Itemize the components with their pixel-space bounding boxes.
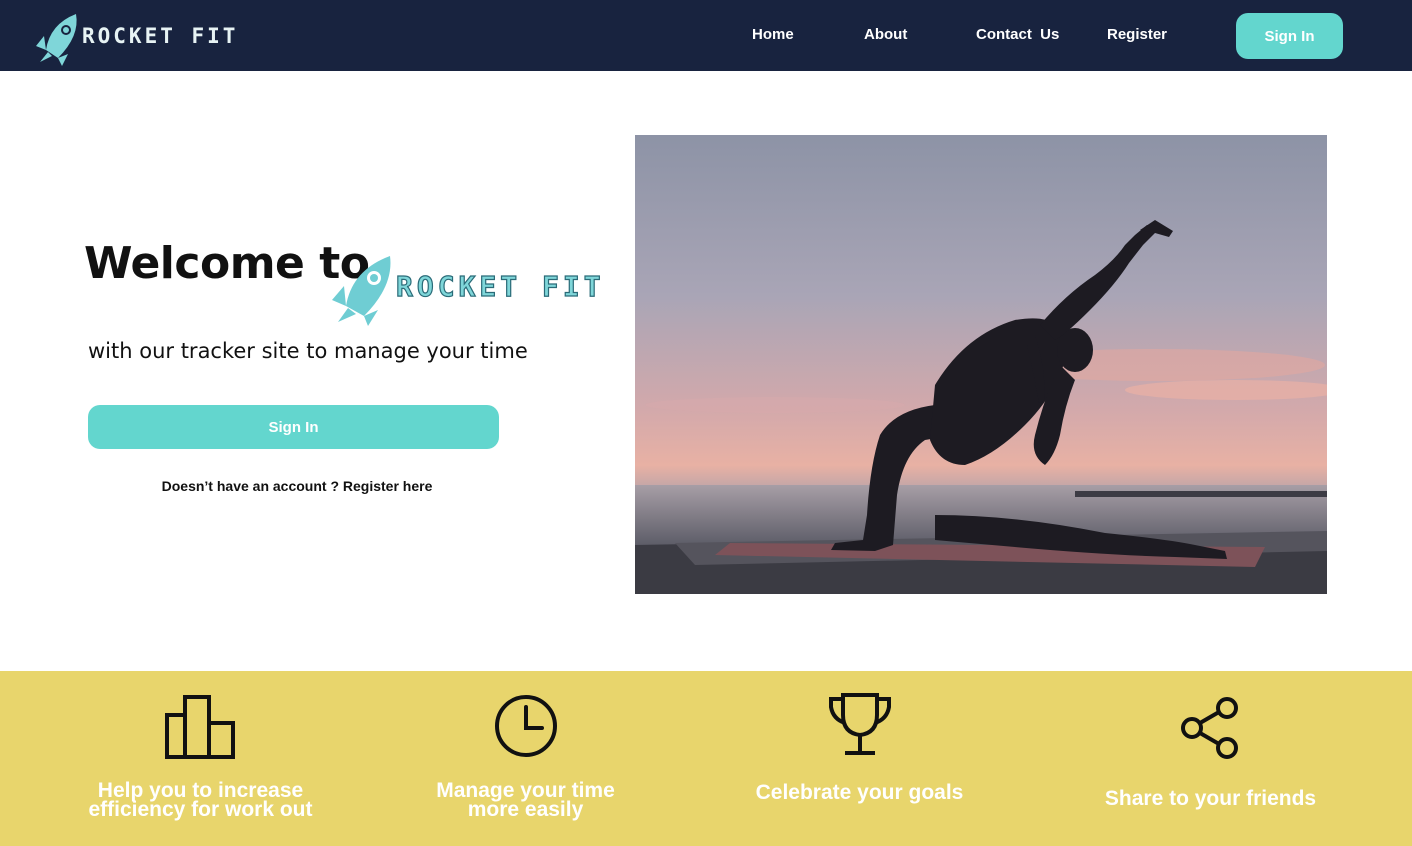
bar-chart-icon bbox=[164, 695, 235, 759]
features-bar: Help you to increase efficiency for work… bbox=[0, 671, 1412, 846]
feature-time: Manage your time more easily bbox=[349, 671, 702, 846]
hero-image bbox=[635, 135, 1327, 594]
nav-link-home[interactable]: Home bbox=[752, 26, 794, 43]
hero-signin-button[interactable]: Sign In bbox=[88, 405, 499, 449]
register-question: Doesn’t have an account ? bbox=[161, 478, 339, 494]
brand-name: ROCKET FIT bbox=[82, 24, 239, 48]
feature-share: Share to your friends bbox=[1034, 671, 1387, 846]
register-link[interactable]: Register here bbox=[343, 478, 432, 494]
clock-icon bbox=[494, 695, 557, 757]
feature-label: Manage your time more easily bbox=[436, 779, 615, 821]
nav-signin-button[interactable]: Sign In bbox=[1236, 13, 1343, 59]
share-icon bbox=[1180, 697, 1238, 759]
nav-link-about[interactable]: About bbox=[864, 26, 907, 43]
tagline: with our tracker site to manage your tim… bbox=[88, 339, 528, 363]
rocket-icon bbox=[332, 256, 391, 326]
brand-logo[interactable]: ROCKET FIT bbox=[32, 10, 242, 66]
nav-link-register[interactable]: Register bbox=[1107, 26, 1167, 43]
rocket-icon bbox=[36, 14, 77, 66]
hero-brand-logo: ROCKET FIT bbox=[328, 250, 608, 326]
yoga-silhouette-image bbox=[635, 135, 1327, 594]
welcome-heading: Welcome to bbox=[84, 238, 370, 289]
trophy-icon bbox=[828, 693, 891, 755]
feature-label: Share to your friends bbox=[1104, 787, 1317, 810]
feature-label: Celebrate your goals bbox=[755, 781, 964, 804]
feature-efficiency: Help you to increase efficiency for work… bbox=[24, 671, 377, 846]
feature-label: Help you to increase efficiency for work… bbox=[88, 779, 313, 821]
feature-goals: Celebrate your goals bbox=[683, 671, 1036, 846]
nav-link-contact[interactable]: Contact Us bbox=[976, 26, 1059, 43]
register-prompt: Doesn’t have an account ? Register here bbox=[88, 478, 506, 494]
hero-brand-name: ROCKET FIT bbox=[395, 269, 605, 303]
navbar: ROCKET FIT Home About Contact Us Registe… bbox=[0, 0, 1412, 71]
